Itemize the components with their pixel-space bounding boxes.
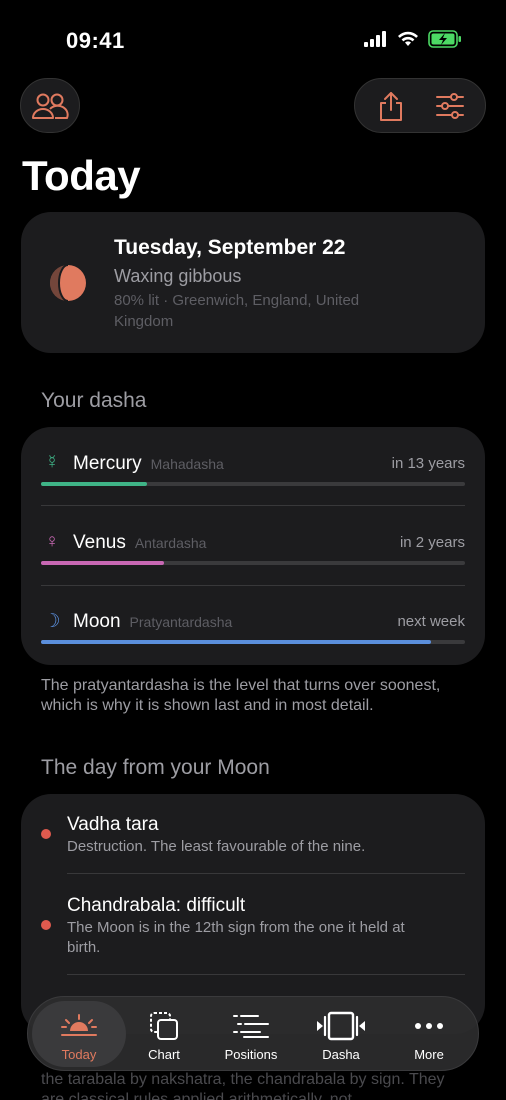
tab-bar: Today Chart Positions Dasha More (27, 996, 479, 1071)
date-title: Tuesday, September 22 (114, 236, 346, 259)
tab-label: Positions (224, 1047, 278, 1062)
status-icons (364, 30, 462, 48)
page-title: Today (22, 152, 141, 199)
dasha-planet: Moon Pratyantardasha (73, 611, 233, 632)
status-time: 09:41 (66, 28, 125, 53)
list-icon (232, 1011, 270, 1041)
divider (41, 505, 465, 506)
share-icon (379, 91, 402, 121)
dasha-when: in 2 years (399, 534, 465, 551)
divider (67, 974, 465, 975)
dasha-progress-fill (41, 561, 164, 565)
cards-icon (148, 1011, 180, 1041)
divider (41, 585, 465, 586)
section-title-moon: The day from your Moon (41, 756, 270, 779)
chandrabala-description: The Moon is in the 12th sign from the on… (67, 919, 405, 956)
moon-phase: Waxing gibbous (114, 266, 242, 286)
dasha-level: Antardasha (134, 535, 207, 551)
share-button[interactable] (366, 83, 416, 128)
header-actions (354, 78, 486, 133)
dasha-note: The pratyantardasha is the level that tu… (41, 677, 441, 714)
location-meta: 80% lit · Greenwich, England, United Kin… (114, 292, 360, 330)
tab-more[interactable]: More (394, 1001, 464, 1067)
tab-label: Dasha (322, 1047, 360, 1062)
sliders-icon (435, 92, 464, 119)
dasha-progress-track (41, 482, 465, 486)
dasha-row-moon[interactable]: ☽ Moon Pratyantardasha next week (41, 610, 465, 670)
status-bar: 09:41 (0, 0, 506, 80)
dasha-planet: Venus Antardasha (73, 532, 207, 553)
tab-positions[interactable]: Positions (216, 1001, 286, 1067)
people-icon (32, 93, 69, 119)
mercury-glyph-icon: ☿ (44, 452, 60, 473)
tab-label: More (414, 1047, 444, 1062)
tab-label: Chart (148, 1047, 180, 1062)
dasha-progress-fill (41, 482, 147, 486)
tab-today[interactable]: Today (32, 1001, 126, 1067)
tara-description: Destruction. The least favourable of the… (67, 838, 366, 855)
dasha-row-mercury[interactable]: ☿ Mercury Mahadasha in 13 years (41, 452, 465, 512)
status-dot-icon (41, 829, 51, 839)
tab-chart[interactable]: Chart (128, 1001, 200, 1067)
battery-charging-icon (428, 30, 461, 48)
tab-label: Today (61, 1047, 97, 1062)
tara-title: Vadha tara (67, 814, 159, 835)
settings-sliders-button[interactable] (425, 83, 475, 128)
dasha-progress-track (41, 640, 465, 644)
cellular-signal-icon (364, 31, 386, 47)
venus-glyph-icon: ♀ (44, 531, 60, 552)
dasha-progress-fill (41, 640, 432, 644)
status-dot-icon (41, 920, 51, 930)
tab-dasha[interactable]: Dasha (306, 1001, 376, 1067)
dasha-progress-track (41, 561, 465, 565)
sunrise-icon (60, 1011, 98, 1041)
timeline-icon (315, 1011, 367, 1041)
dasha-planet: Mercury Mahadasha (73, 453, 224, 474)
chandrabala-title: Chandrabala: difficult (67, 895, 246, 916)
waxing-gibbous-moon-icon (50, 264, 86, 302)
footnote-text: the tarabala by nakshatra, the chandraba… (41, 1071, 445, 1100)
divider (67, 873, 465, 874)
wifi-icon (398, 31, 418, 46)
profiles-button[interactable] (20, 78, 80, 133)
moon-glyph-icon: ☽ (43, 611, 61, 632)
dasha-level: Pratyantardasha (129, 614, 233, 630)
dasha-row-venus[interactable]: ♀ Venus Antardasha in 2 years (41, 531, 465, 591)
ellipsis-icon (414, 1011, 444, 1041)
dasha-when: next week (397, 613, 465, 630)
dasha-when: in 13 years (391, 455, 465, 472)
section-title-dasha: Your dasha (41, 389, 147, 412)
dasha-level: Mahadasha (150, 456, 224, 472)
